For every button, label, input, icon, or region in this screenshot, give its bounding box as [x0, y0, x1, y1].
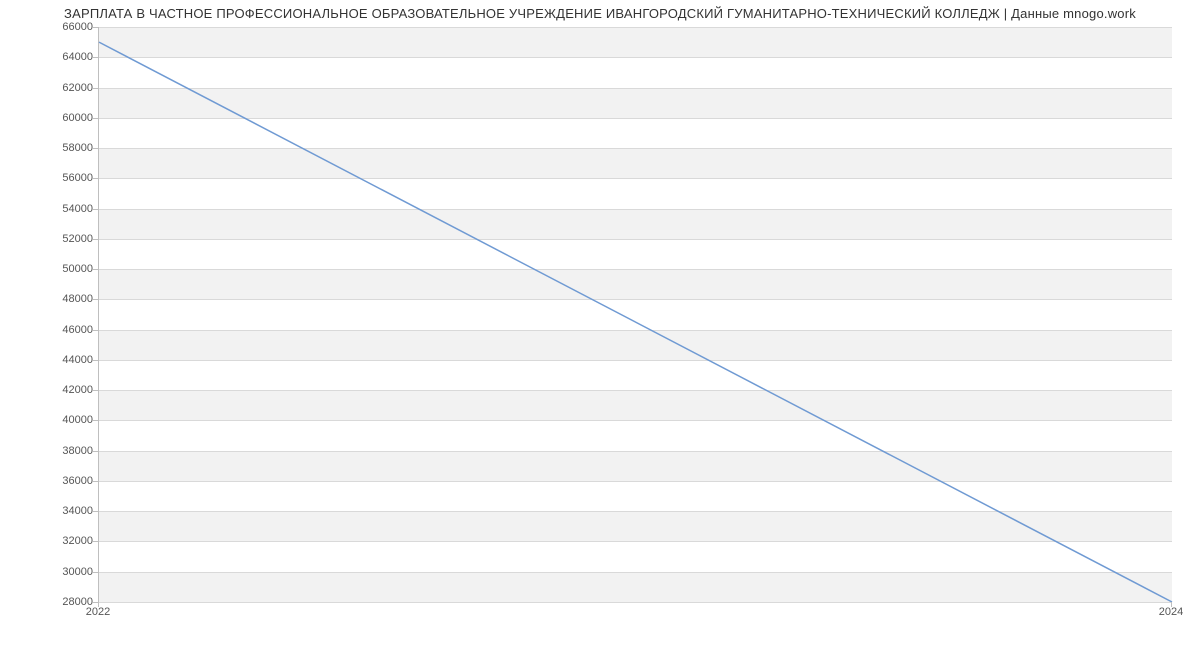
y-tick-label: 32000	[48, 535, 93, 547]
y-tick-label: 46000	[48, 324, 93, 336]
plot-area	[98, 27, 1172, 603]
gridline	[99, 602, 1172, 603]
y-tick-label: 60000	[48, 112, 93, 124]
y-tick-label: 36000	[48, 475, 93, 487]
y-tick-mark	[93, 572, 98, 573]
y-tick-label: 30000	[48, 566, 93, 578]
y-tick-mark	[93, 118, 98, 119]
line-series	[99, 27, 1172, 602]
y-tick-mark	[93, 88, 98, 89]
x-tick-mark	[98, 602, 99, 607]
y-tick-label: 50000	[48, 263, 93, 275]
x-tick-label: 2022	[86, 606, 110, 618]
y-tick-label: 66000	[48, 21, 93, 33]
y-tick-mark	[93, 27, 98, 28]
x-tick-mark	[1171, 602, 1172, 607]
y-tick-label: 34000	[48, 505, 93, 517]
y-tick-label: 64000	[48, 51, 93, 63]
y-tick-mark	[93, 541, 98, 542]
y-tick-mark	[93, 330, 98, 331]
x-tick-label: 2024	[1159, 606, 1183, 618]
y-tick-label: 44000	[48, 354, 93, 366]
series-line	[99, 42, 1172, 602]
y-tick-mark	[93, 57, 98, 58]
y-tick-mark	[93, 239, 98, 240]
y-tick-label: 40000	[48, 414, 93, 426]
chart-title: ЗАРПЛАТА В ЧАСТНОЕ ПРОФЕССИОНАЛЬНОЕ ОБРА…	[0, 6, 1200, 21]
y-tick-mark	[93, 481, 98, 482]
y-tick-mark	[93, 451, 98, 452]
y-tick-label: 58000	[48, 142, 93, 154]
y-tick-mark	[93, 209, 98, 210]
y-tick-mark	[93, 390, 98, 391]
y-tick-label: 38000	[48, 445, 93, 457]
y-tick-mark	[93, 269, 98, 270]
y-tick-mark	[93, 178, 98, 179]
chart-container: ЗАРПЛАТА В ЧАСТНОЕ ПРОФЕССИОНАЛЬНОЕ ОБРА…	[0, 0, 1200, 650]
y-tick-mark	[93, 420, 98, 421]
y-tick-mark	[93, 360, 98, 361]
y-tick-label: 42000	[48, 384, 93, 396]
y-tick-mark	[93, 511, 98, 512]
y-tick-mark	[93, 299, 98, 300]
y-tick-label: 48000	[48, 293, 93, 305]
y-tick-label: 56000	[48, 172, 93, 184]
y-tick-label: 54000	[48, 203, 93, 215]
y-tick-mark	[93, 148, 98, 149]
y-tick-label: 52000	[48, 233, 93, 245]
y-tick-label: 62000	[48, 82, 93, 94]
